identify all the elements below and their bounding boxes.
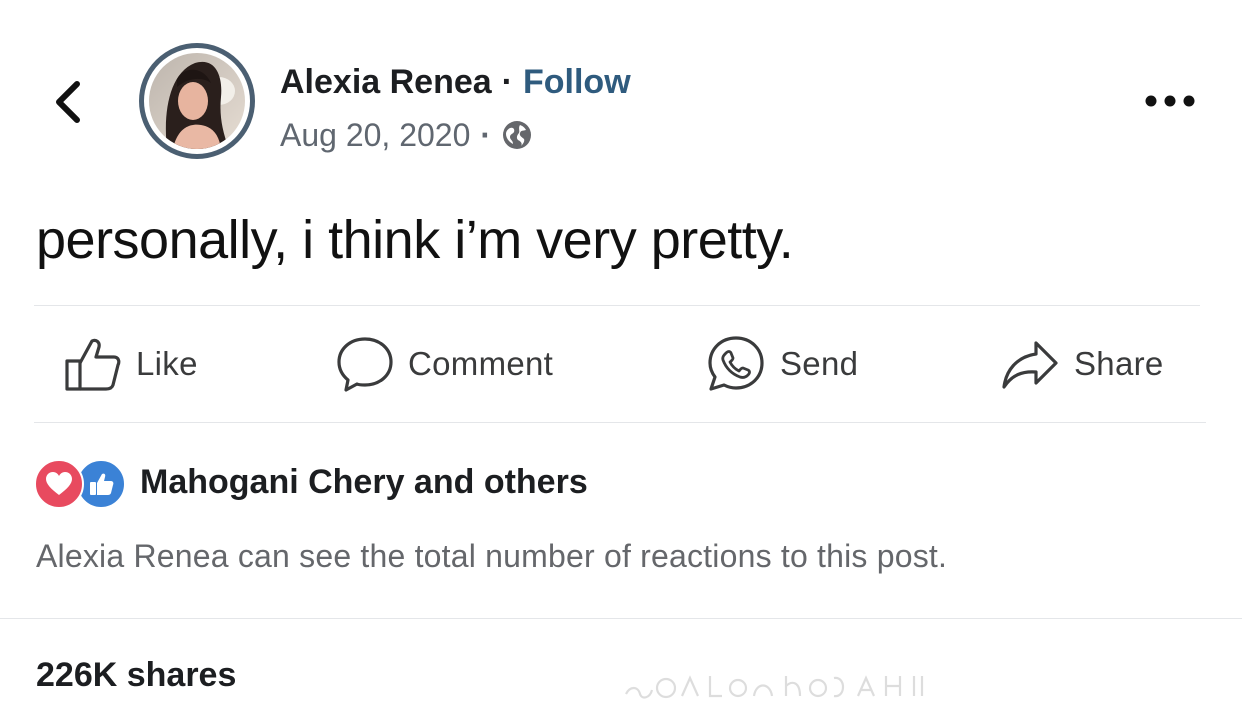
watermark — [625, 675, 924, 699]
like-button[interactable]: Like — [64, 330, 198, 398]
author-name[interactable]: Alexia Renea — [280, 63, 492, 102]
post-date[interactable]: Aug 20, 2020 — [280, 117, 470, 154]
share-label: Share — [1074, 345, 1164, 382]
globe-icon — [503, 121, 532, 149]
divider — [34, 305, 1200, 306]
comment-button[interactable]: Comment — [336, 330, 553, 398]
chevron-left-icon — [56, 81, 80, 123]
divider — [0, 618, 1242, 619]
more-options-button[interactable] — [1140, 84, 1200, 118]
separator-dot: · — [480, 116, 492, 153]
comment-bubble-icon — [337, 337, 393, 392]
send-button[interactable]: Send — [706, 330, 858, 398]
avatar-photo — [149, 53, 245, 149]
share-arrow-icon — [1002, 341, 1058, 389]
like-label: Like — [136, 345, 198, 382]
avatar[interactable] — [139, 43, 255, 159]
back-button[interactable] — [48, 74, 88, 130]
divider — [34, 422, 1206, 423]
author-line: Alexia Renea · Follow — [280, 58, 631, 106]
shares-count[interactable]: 226K shares — [36, 656, 236, 695]
reaction-icons — [34, 457, 130, 509]
comment-label: Comment — [408, 345, 554, 382]
reactions-privacy-note: Alexia Renea can see the total number of… — [36, 538, 948, 574]
share-button[interactable]: Share — [1000, 330, 1164, 398]
send-label: Send — [780, 345, 859, 382]
love-reaction-icon — [34, 459, 84, 509]
separator-dot: · — [501, 62, 513, 101]
reactions-summary[interactable]: Mahogani Chery and others — [34, 456, 588, 509]
whatsapp-icon — [708, 336, 764, 391]
post-view: Alexia Renea · Follow Aug 20, 2020 · per… — [0, 0, 1242, 721]
more-horizontal-icon — [1145, 95, 1195, 107]
thumbs-up-icon — [65, 338, 121, 391]
reactions-text: Mahogani Chery and others — [140, 462, 588, 501]
post-meta: Aug 20, 2020 · — [280, 112, 533, 158]
follow-button[interactable]: Follow — [523, 63, 631, 102]
post-text: personally, i think i’m very pretty. — [36, 210, 794, 270]
